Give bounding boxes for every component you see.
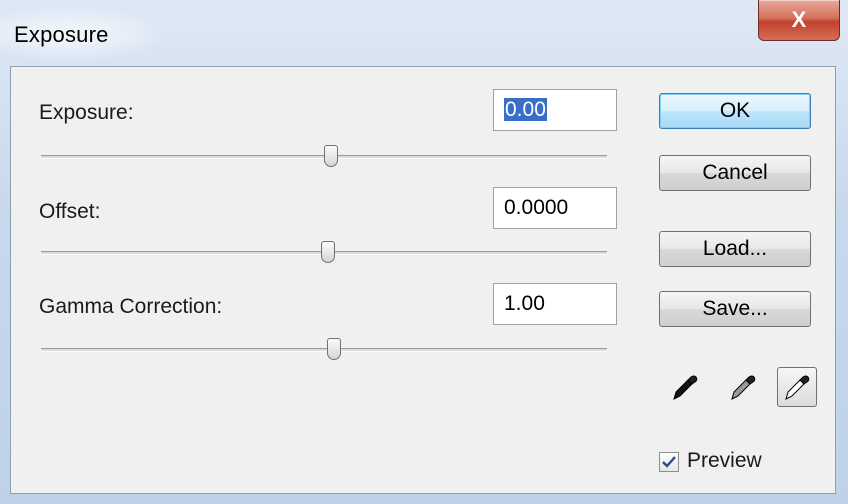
exposure-input[interactable]: 0.00 (493, 89, 617, 131)
white-point-eyedropper-icon[interactable] (777, 367, 817, 407)
close-button[interactable]: X (758, 0, 840, 41)
save-button[interactable]: Save... (659, 291, 811, 327)
checkmark-icon (662, 456, 676, 468)
gamma-slider-track[interactable] (41, 348, 607, 352)
exposure-label: Exposure: (39, 101, 134, 124)
offset-label: Offset: (39, 200, 101, 223)
offset-slider-thumb[interactable] (321, 241, 335, 263)
dialog-body: Exposure: 0.00 Offset: 0.0000 Gamma Corr… (10, 66, 836, 494)
ok-button[interactable]: OK (659, 93, 811, 129)
gamma-input[interactable]: 1.00 (493, 283, 617, 325)
black-point-eyedropper-icon[interactable] (665, 367, 705, 407)
load-button[interactable]: Load... (659, 231, 811, 267)
exposure-slider-thumb[interactable] (324, 145, 338, 167)
save-button-label: Save... (702, 297, 768, 320)
offset-value: 0.0000 (504, 196, 569, 219)
exposure-value: 0.00 (504, 98, 547, 121)
preview-label[interactable]: Preview (687, 449, 762, 473)
cancel-button[interactable]: Cancel (659, 155, 811, 191)
offset-input[interactable]: 0.0000 (493, 187, 617, 229)
window-title: Exposure (14, 22, 109, 47)
exposure-dialog: Exposure X Exposure: 0.00 Offset: 0.0000… (0, 0, 848, 504)
preview-checkbox[interactable] (659, 452, 679, 472)
gray-point-eyedropper-icon[interactable] (723, 367, 763, 407)
gamma-slider-thumb[interactable] (327, 338, 341, 360)
cancel-button-label: Cancel (702, 161, 768, 184)
title-bar[interactable]: Exposure X (0, 0, 848, 66)
gamma-value: 1.00 (504, 292, 545, 315)
load-button-label: Load... (702, 237, 768, 260)
close-icon: X (791, 7, 807, 32)
ok-button-label: OK (719, 99, 751, 122)
gamma-label: Gamma Correction: (39, 295, 223, 318)
